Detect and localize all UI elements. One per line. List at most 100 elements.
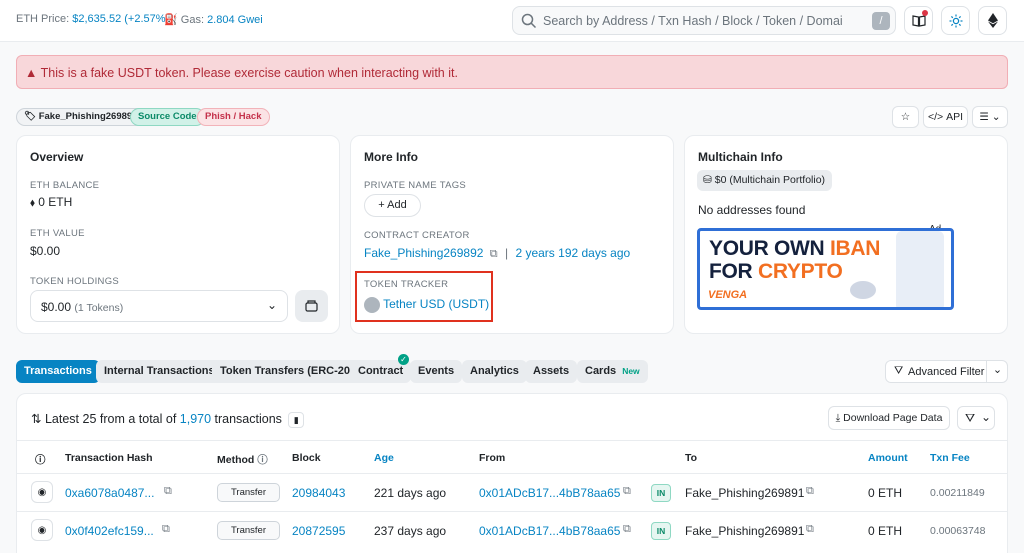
phish-hack-tag[interactable]: Phish / Hack [197, 108, 270, 126]
ethereum-icon [987, 13, 998, 28]
network-switch-button[interactable] [978, 6, 1007, 35]
copy-icon[interactable]: ⧉ [164, 485, 172, 498]
favorite-button[interactable]: ☆ [892, 106, 919, 128]
tab-internal-transactions[interactable]: Internal Transactions [96, 360, 223, 383]
copy-icon[interactable]: ⧉ [806, 523, 814, 536]
add-private-tag-button[interactable]: + Add [364, 194, 421, 217]
chart-icon[interactable]: ▮ [288, 412, 305, 428]
copy-icon[interactable]: ⧉ [490, 248, 498, 260]
block-link[interactable]: 20984043 [292, 486, 345, 500]
list-check-icon: ☰ [979, 111, 989, 123]
method-badge: Transfer [217, 483, 280, 502]
search-box: / [512, 6, 896, 35]
search-input[interactable] [543, 11, 869, 31]
direction-badge: IN [651, 522, 671, 540]
block-link[interactable]: 20872595 [292, 524, 345, 538]
sun-icon [949, 14, 962, 27]
new-badge: New [622, 366, 640, 376]
contract-creator-link[interactable]: Fake_Phishing269892 [364, 246, 483, 260]
gas-pump-icon: ⛽ [164, 14, 178, 26]
eth-value: $0.00 [30, 244, 61, 258]
token-holdings-button[interactable] [295, 290, 328, 322]
view-details-button[interactable]: ◉ [31, 519, 53, 541]
method-help-icon[interactable]: ⓘ [257, 454, 268, 466]
api-button[interactable]: </> API [923, 106, 968, 128]
warning-icon: ▲ [25, 66, 38, 80]
copy-icon[interactable]: ⧉ [162, 523, 170, 536]
tab-assets[interactable]: Assets [525, 360, 578, 383]
eth-price-value[interactable]: $2,635.52 (+2.57%) [72, 13, 169, 25]
eth-value-label: ETH VALUE [30, 228, 85, 239]
star-icon: ☆ [900, 111, 911, 123]
divider [17, 473, 1007, 474]
transactions-card: ⇅ Latest 25 from a total of 1,970 transa… [16, 393, 1008, 553]
name-tag[interactable]: 🏷 Fake_Phishing269891 [16, 108, 146, 126]
add-label: Add [387, 199, 407, 211]
tx-hash-link[interactable]: 0x0f402efc159... [65, 524, 154, 538]
contract-creator-row: Fake_Phishing269892 ⧉ | 2 years 192 days… [364, 246, 630, 261]
gas-label: Gas: [180, 14, 204, 26]
tab-analytics[interactable]: Analytics [462, 360, 527, 383]
to-address: Fake_Phishing269891 [685, 524, 805, 538]
eye-icon: ◉ [37, 524, 47, 536]
col-block: Block [292, 452, 321, 464]
tx-fee: 0.00063748 [930, 525, 986, 537]
to-address: Fake_Phishing269891 [685, 486, 805, 500]
help-icon[interactable]: ⓘ [35, 452, 46, 467]
private-name-tags-label: PRIVATE NAME TAGS [364, 180, 467, 191]
more-info-title: More Info [364, 150, 418, 164]
sort-icon[interactable]: ⇅ [31, 412, 41, 426]
col-age-toggle[interactable]: Age [374, 452, 394, 464]
col-fee-toggle[interactable]: Txn Fee [930, 452, 970, 464]
tab-events[interactable]: Events [410, 360, 463, 383]
tab-transactions[interactable]: Transactions [16, 360, 100, 383]
gas-value[interactable]: 2.804 Gwei [207, 14, 263, 26]
download-icon: ⤓ [835, 412, 841, 424]
tab-cards-label: Cards [585, 365, 617, 377]
name-tag-label: Fake_Phishing269891 [38, 111, 138, 122]
ad-headline-1: YOUR OWN IBAN [709, 237, 881, 260]
source-code-tag[interactable]: Source Code [130, 108, 205, 126]
top-header: ETH Price: $2,635.52 (+2.57%) ⛽ Gas: 2.8… [0, 0, 1024, 42]
gas-price: ⛽ Gas: 2.804 Gwei [164, 13, 263, 26]
separator: | [504, 246, 509, 260]
download-page-data-button[interactable]: ⤓ Download Page Data [828, 406, 950, 430]
tx-hash-link[interactable]: 0xa6078a0487... [65, 486, 154, 500]
token-holdings-label: TOKEN HOLDINGS [30, 276, 120, 287]
tab-token-transfers[interactable]: Token Transfers (ERC-20) [212, 360, 362, 383]
theme-toggle-button[interactable] [941, 6, 970, 35]
ad-headline-2: FOR CRYPTO [709, 260, 843, 283]
eth-balance-value: 0 ETH [38, 195, 73, 209]
token-holdings-dropdown[interactable]: $0.00 (1 Tokens) ⌄ [30, 290, 288, 322]
overview-card: Overview ETH BALANCE ⬧ 0 ETH ETH VALUE $… [16, 135, 340, 334]
wallet-icon [305, 300, 318, 312]
ad-brand-logo: VENGA [708, 289, 748, 301]
notifications-button[interactable] [904, 6, 933, 35]
transactions-total-link[interactable]: 1,970 [180, 412, 211, 426]
advanced-filter-button[interactable]: ⛛ Advanced Filter ⌄ [885, 360, 1008, 383]
advertisement-banner[interactable]: YOUR OWN IBAN FOR CRYPTO VENGA [697, 228, 954, 310]
ad-phone-image [896, 231, 944, 307]
eth-price: ETH Price: $2,635.52 (+2.57%) [16, 13, 169, 25]
table-filter-button[interactable]: ⛛ ⌄ [957, 406, 995, 430]
eth-balance: ⬧ 0 ETH [30, 195, 72, 210]
from-address-link[interactable]: 0x01ADcB17...4bB78aa65 [479, 486, 620, 500]
copy-icon[interactable]: ⧉ [623, 523, 631, 536]
copy-icon[interactable]: ⧉ [806, 485, 814, 498]
method-badge: Transfer [217, 521, 280, 540]
view-details-button[interactable]: ◉ [31, 481, 53, 503]
from-address-link[interactable]: 0x01ADcB17...4bB78aa65 [479, 524, 620, 538]
token-holdings-count: (1 Tokens) [74, 302, 124, 314]
creation-tx-link[interactable]: 2 years 192 days ago [515, 246, 630, 260]
col-amount-toggle[interactable]: Amount [868, 452, 908, 464]
multichain-portfolio-button[interactable]: ⛁ $0 (Multichain Portfolio) [697, 170, 833, 191]
col-transaction-hash: Transaction Hash [65, 452, 153, 464]
ad-coin-image [850, 281, 876, 299]
transactions-summary: ⇅ Latest 25 from a total of 1,970 transa… [31, 411, 305, 428]
copy-icon[interactable]: ⧉ [623, 485, 631, 498]
tx-fee: 0.00211849 [930, 487, 985, 499]
tab-cards[interactable]: Cards New [577, 360, 648, 383]
col-method: Method ⓘ [217, 454, 268, 466]
col-from: From [479, 452, 506, 464]
more-options-button[interactable]: ☰ ⌄ [972, 106, 1008, 128]
